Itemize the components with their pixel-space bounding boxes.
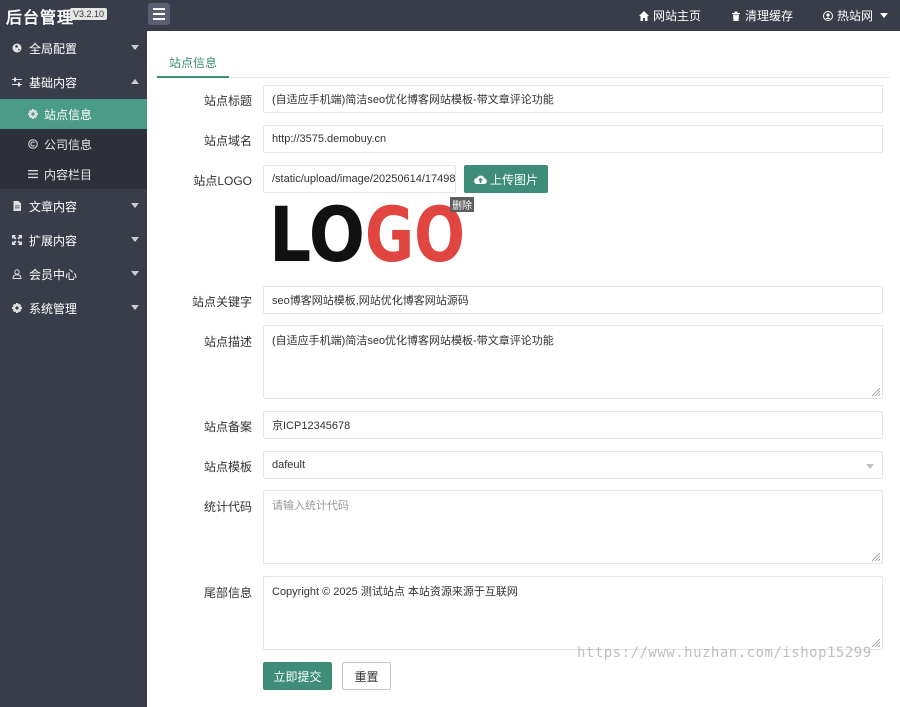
gear-icon: [12, 303, 22, 313]
main-content: 站点信息 站点标题 (自适应手机端)简洁seo优化博客网站模板-带文章评论功能 …: [147, 31, 900, 707]
sidebar-item-label: 文章内容: [29, 199, 78, 214]
sidebar-item-label: 会员中心: [29, 267, 78, 282]
clear-cache-link[interactable]: 清理缓存: [731, 7, 793, 24]
form-row-title: 站点标题 (自适应手机端)简洁seo优化博客网站模板-带文章评论功能: [147, 85, 900, 113]
form-row-stats: 统计代码 请输入统计代码: [147, 490, 900, 564]
user-circle-icon: [822, 10, 833, 21]
resize-handle-icon: [872, 639, 880, 647]
user-menu[interactable]: 热站网: [822, 7, 888, 24]
form-row-keywords: 站点关键字 seo博客网站模板,网站优化博客网站源码: [147, 286, 900, 314]
logo-text-red: GO: [365, 203, 465, 263]
tab-bar: 站点信息: [157, 49, 890, 78]
form-row-domain: 站点域名 http://3575.demobuy.cn: [147, 125, 900, 153]
form-row-icp: 站点备案 京ICP12345678: [147, 411, 900, 439]
logo-preview-image: LO GO: [269, 190, 469, 279]
user-menu-label: 热站网: [836, 9, 873, 23]
file-icon: [13, 201, 21, 211]
tab-site-info[interactable]: 站点信息: [157, 49, 229, 78]
chevron-down-icon: [866, 464, 874, 469]
sidebar-item-label: 扩展内容: [29, 233, 78, 248]
sidebar-subitem-label: 站点信息: [44, 107, 93, 122]
site-icp-input[interactable]: 京ICP12345678: [263, 411, 883, 439]
site-title-input[interactable]: (自适应手机端)简洁seo优化博客网站模板-带文章评论功能: [263, 85, 883, 113]
brand-title: 后台管理: [6, 10, 75, 27]
site-template-label: 站点模板: [203, 460, 252, 474]
upload-image-label: 上传图片: [489, 172, 538, 187]
footer-info-textarea[interactable]: Copyright © 2025 测试站点 本站资源来源于互联网: [263, 576, 883, 650]
site-description-textarea[interactable]: (自适应手机端)简洁seo优化博客网站模板-带文章评论功能: [263, 325, 883, 399]
site-template-value: dafeult: [272, 459, 306, 471]
form-row-footer: 尾部信息 Copyright © 2025 测试站点 本站资源来源于互联网: [147, 576, 900, 650]
site-logo-label: 站点LOGO: [193, 174, 252, 188]
chevron-up-icon: [131, 79, 139, 84]
chevron-down-icon: [131, 237, 139, 242]
trash-icon: [731, 11, 740, 21]
sidebar-item-basic-content[interactable]: 基础内容: [0, 65, 147, 99]
sidebar-item-article-content[interactable]: 文章内容: [0, 189, 147, 223]
top-nav: 网站主页 清理缓存 热站网: [638, 0, 900, 31]
sidebar-item-label: 全局配置: [29, 41, 78, 56]
sidebar-item-extended-content[interactable]: 扩展内容: [0, 223, 147, 257]
sidebar-subitem-content-columns[interactable]: 内容栏目: [0, 159, 147, 189]
sidebar-item-label: 基础内容: [29, 75, 78, 90]
stats-code-placeholder: 请输入统计代码: [272, 500, 349, 512]
menu-toggle-button[interactable]: [148, 3, 170, 25]
logo-text-dark: LO: [269, 203, 365, 263]
stats-code-textarea[interactable]: 请输入统计代码: [263, 490, 883, 564]
site-description-label: 站点描述: [203, 335, 252, 349]
footer-info-label: 尾部信息: [203, 586, 252, 600]
expand-icon: [12, 235, 22, 245]
sidebar-subitem-label: 内容栏目: [44, 167, 93, 182]
sliders-icon: [12, 77, 22, 87]
site-title-label: 站点标题: [203, 94, 252, 108]
site-template-select[interactable]: dafeult: [263, 451, 883, 479]
resize-handle-icon: [872, 553, 880, 561]
sidebar-subitem-company-info[interactable]: 公司信息: [0, 129, 147, 159]
chevron-down-icon: [131, 305, 139, 310]
sidebar-item-global-config[interactable]: 全局配置: [0, 31, 147, 65]
footer-info-value: Copyright © 2025 测试站点 本站资源来源于互联网: [272, 586, 518, 598]
top-header: 后台管理 V3.2.10 网站主页 清理缓存 热站网: [0, 0, 900, 31]
sidebar-subitem-site-info[interactable]: 站点信息: [0, 99, 147, 129]
sidebar-item-label: 系统管理: [29, 301, 78, 316]
site-keywords-input[interactable]: seo博客网站模板,网站优化博客网站源码: [263, 286, 883, 314]
form-row-logo: 站点LOGO /static/upload/image/20250614/174…: [147, 165, 900, 265]
sidebar: 全局配置 基础内容 站点信息 公司信息 内容栏目 文章内容 扩展内容 会员中心: [0, 31, 147, 707]
form-row-description: 站点描述 (自适应手机端)简洁seo优化博客网站模板-带文章评论功能: [147, 325, 900, 399]
copyright-icon: [28, 139, 38, 149]
chevron-down-icon: [880, 13, 888, 18]
sidebar-submenu: 站点信息 公司信息 内容栏目: [0, 99, 147, 189]
form-row-template: 站点模板 dafeult: [147, 451, 900, 479]
home-icon: [638, 10, 649, 21]
cloud-upload-icon: [473, 175, 487, 184]
upload-image-button[interactable]: 上传图片: [464, 165, 548, 193]
site-domain-label: 站点域名: [203, 134, 252, 148]
clear-cache-label: 清理缓存: [744, 9, 793, 23]
site-domain-input[interactable]: http://3575.demobuy.cn: [263, 125, 883, 153]
home-link-label: 网站主页: [652, 9, 701, 23]
chevron-down-icon: [131, 271, 139, 276]
watermark-text: https://www.huzhan.com/ishop15299: [577, 645, 872, 661]
hamburger-icon: [153, 8, 165, 10]
site-keywords-label: 站点关键字: [191, 295, 252, 309]
sidebar-item-system-management[interactable]: 系统管理: [0, 291, 147, 325]
resize-handle-icon: [872, 388, 880, 396]
globe-icon: [12, 43, 22, 53]
site-icp-label: 站点备案: [203, 420, 252, 434]
home-link[interactable]: 网站主页: [638, 7, 701, 24]
chevron-down-icon: [131, 203, 139, 208]
version-badge: V3.2.10: [70, 8, 108, 20]
reset-button[interactable]: 重置: [342, 662, 391, 690]
delete-logo-button[interactable]: 删除: [450, 197, 474, 212]
submit-button[interactable]: 立即提交: [263, 662, 332, 690]
site-logo-input[interactable]: /static/upload/image/20250614/174988: [263, 165, 456, 193]
site-description-value: (自适应手机端)简洁seo优化博客网站模板-带文章评论功能: [272, 335, 554, 347]
stats-code-label: 统计代码: [203, 500, 252, 514]
sidebar-subitem-label: 公司信息: [44, 137, 93, 152]
gear-icon: [28, 109, 38, 119]
user-icon: [12, 269, 22, 279]
list-icon: [28, 170, 38, 179]
sidebar-item-member-center[interactable]: 会员中心: [0, 257, 147, 291]
chevron-down-icon: [131, 45, 139, 50]
